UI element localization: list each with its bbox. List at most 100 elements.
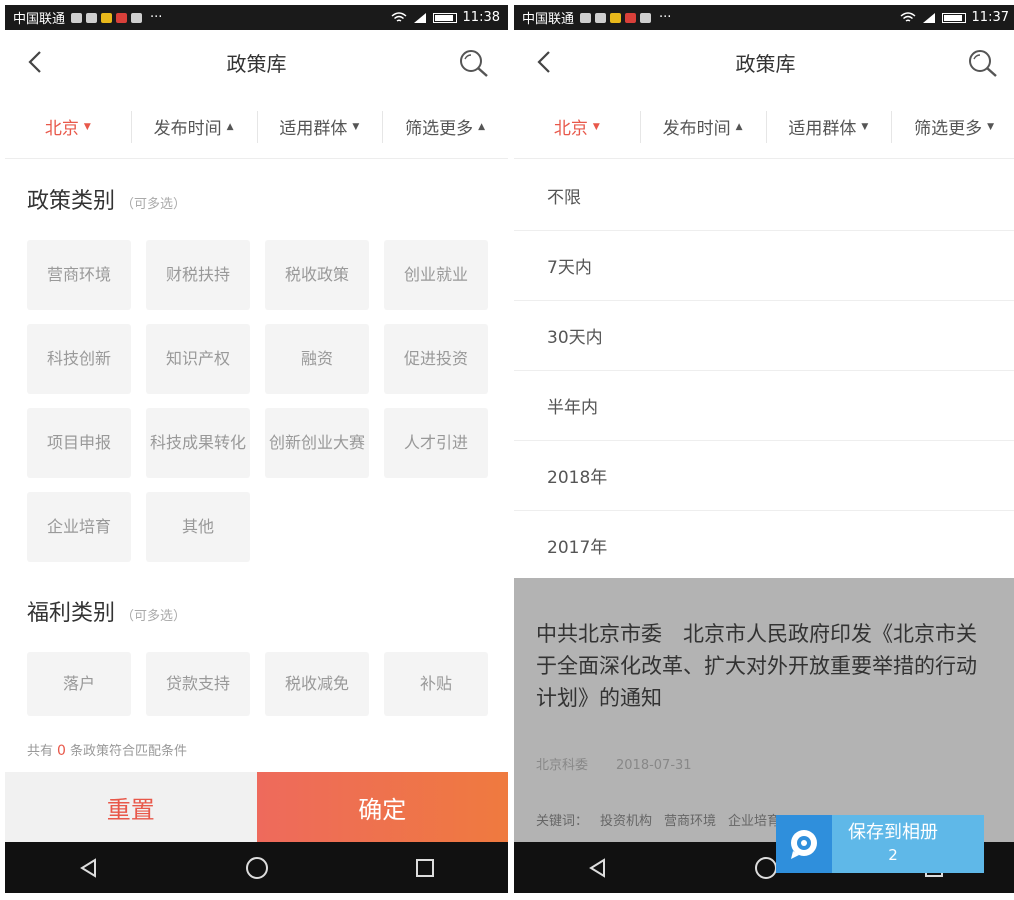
back-icon[interactable]	[25, 50, 47, 74]
policy-tag[interactable]: 财税扶持	[146, 240, 250, 310]
policy-category-title: 政策类别	[27, 189, 116, 214]
nav-recent-icon[interactable]	[414, 857, 436, 879]
policy-tag[interactable]: 融资	[265, 324, 369, 394]
notification-icon	[580, 12, 592, 23]
search-icon[interactable]	[967, 48, 999, 78]
time-option[interactable]: 2018年	[514, 441, 1014, 511]
policy-article: 中共北京市委 北京市人民政府印发《北京市关于全面深化改革、扩大对外开放重要举措的…	[536, 618, 996, 714]
signal-icon	[413, 12, 426, 23]
filter-audience-label: 适用群体	[788, 119, 857, 139]
time-option[interactable]: 2017年	[514, 511, 1014, 581]
notification-icons: ···	[580, 10, 671, 25]
reset-button[interactable]: 重置	[5, 772, 257, 842]
notification-icon	[71, 12, 83, 23]
filter-audience[interactable]: 适用群体 ▼	[256, 95, 383, 158]
article-keywords: 关键词： 投资机构 营商环境 企业培育	[536, 810, 780, 829]
notification-icon	[595, 12, 607, 23]
policy-tag[interactable]: 知识产权	[146, 324, 250, 394]
filter-audience[interactable]: 适用群体 ▼	[765, 95, 892, 158]
filter-bar: 北京 ▼ 发布时间 ▲ 适用群体 ▼ 筛选更多 ▼	[514, 95, 1014, 159]
policy-tag-grid: 营商环境 财税扶持 税收政策 创业就业 科技创新 知识产权 融资 促进投资 项目…	[27, 240, 489, 562]
nav-bar: 政策库	[514, 30, 1014, 95]
app-logo-icon	[776, 815, 832, 873]
welfare-tag[interactable]: 贷款支持	[146, 652, 250, 716]
filter-city[interactable]: 北京 ▼	[514, 95, 640, 158]
filter-bar: 北京 ▼ 发布时间 ▲ 适用群体 ▼ 筛选更多 ▲	[5, 95, 508, 159]
signal-icon	[922, 12, 935, 23]
notification-icon	[86, 12, 98, 23]
match-count-suffix: 条政策符合匹配条件	[69, 744, 187, 759]
dropdown-arrow-icon: ▼	[861, 121, 869, 132]
nav-home-icon[interactable]	[245, 856, 269, 880]
welfare-tag-grid: 落户 贷款支持 税收减免 补贴	[27, 652, 489, 716]
more-notifications: ···	[150, 10, 163, 25]
confirm-button[interactable]: 确定	[256, 772, 508, 842]
article-title: 中共北京市委 北京市人民政府印发《北京市关于全面深化改革、扩大对外开放重要举措的…	[536, 622, 977, 710]
carrier-label: 中国联通	[522, 12, 575, 27]
policy-tag[interactable]: 营商环境	[27, 240, 131, 310]
notification-icon	[101, 12, 113, 23]
search-icon[interactable]	[458, 48, 490, 78]
nav-back-icon[interactable]	[78, 857, 100, 879]
dropdown-arrow-icon: ▲	[478, 121, 486, 132]
status-bar: 中国联通 ··· 11:37	[514, 5, 1014, 30]
notification-icon	[610, 12, 622, 23]
time-option[interactable]: 30天内	[514, 301, 1014, 371]
welfare-category-title: 福利类别	[27, 601, 116, 626]
policy-tag[interactable]: 人才引进	[384, 408, 488, 478]
time-option[interactable]: 不限	[514, 161, 1014, 231]
system-nav-bar	[5, 842, 508, 893]
policy-category-hint: （可多选）	[121, 197, 187, 212]
notification-icons: ···	[71, 10, 162, 25]
welfare-category-hint: （可多选）	[121, 609, 187, 624]
policy-tag[interactable]: 其他	[146, 492, 250, 562]
dim-overlay[interactable]: 中共北京市委 北京市人民政府印发《北京市关于全面深化改革、扩大对外开放重要举措的…	[514, 578, 1014, 842]
notification-icon	[131, 12, 143, 23]
dropdown-arrow-icon: ▼	[352, 121, 360, 132]
welfare-tag[interactable]: 落户	[27, 652, 131, 716]
policy-tag[interactable]: 创新创业大赛	[265, 408, 369, 478]
policy-tag[interactable]: 税收政策	[265, 240, 369, 310]
match-count-prefix: 共有	[27, 744, 54, 759]
save-to-album-popup[interactable]: 保存到相册 2	[776, 815, 984, 873]
filter-more[interactable]: 筛选更多 ▼	[891, 95, 1014, 158]
policy-tag[interactable]: 科技成果转化	[146, 408, 250, 478]
notification-icon	[116, 12, 128, 23]
right-phone-screen: 中国联通 ··· 11:37 政策库 北京 ▼ 发布时间 ▲ 适用群体 ▼ 筛选…	[514, 5, 1014, 893]
page-title: 政策库	[735, 52, 796, 76]
policy-tag[interactable]: 科技创新	[27, 324, 131, 394]
filter-publish-time-label: 发布时间	[153, 119, 222, 139]
nav-back-icon[interactable]	[587, 857, 609, 879]
welfare-category-heading: 福利类别 （可多选）	[27, 595, 186, 627]
filter-publish-time[interactable]: 发布时间 ▲	[639, 95, 766, 158]
filter-city-label: 北京	[44, 119, 79, 139]
battery-icon	[432, 12, 457, 23]
time-option[interactable]: 7天内	[514, 231, 1014, 301]
policy-tag[interactable]: 项目申报	[27, 408, 131, 478]
nav-home-icon[interactable]	[754, 856, 778, 880]
nav-bar: 政策库	[5, 30, 508, 95]
carrier-label: 中国联通	[13, 12, 66, 27]
save-to-album-label: 保存到相册 2	[848, 822, 938, 866]
status-bar: 中国联通 ··· 11:38	[5, 5, 508, 30]
dropdown-arrow-icon: ▼	[592, 121, 600, 132]
save-label-text: 保存到相册	[848, 822, 938, 843]
filter-more[interactable]: 筛选更多 ▲	[382, 95, 508, 158]
filter-publish-time[interactable]: 发布时间 ▲	[130, 95, 257, 158]
policy-tag[interactable]: 促进投资	[384, 324, 488, 394]
left-phone-screen: 中国联通 ··· 11:38 政策库 北京 ▼ 发布时间 ▲ 适用群体 ▼ 筛选…	[5, 5, 508, 893]
wifi-icon	[900, 11, 915, 22]
filter-city-label: 北京	[553, 119, 588, 139]
filter-more-label: 筛选更多	[914, 119, 983, 139]
policy-tag[interactable]: 企业培育	[27, 492, 131, 562]
policy-tag[interactable]: 创业就业	[384, 240, 488, 310]
dropdown-arrow-icon: ▲	[226, 121, 234, 132]
back-icon[interactable]	[534, 50, 556, 74]
welfare-tag[interactable]: 税收减免	[265, 652, 369, 716]
article-date: 2018-07-31	[616, 758, 692, 773]
clock: 11:38	[462, 10, 500, 25]
welfare-tag[interactable]: 补贴	[384, 652, 488, 716]
dropdown-arrow-icon: ▲	[735, 121, 743, 132]
filter-city[interactable]: 北京 ▼	[5, 95, 131, 158]
time-option[interactable]: 半年内	[514, 371, 1014, 441]
